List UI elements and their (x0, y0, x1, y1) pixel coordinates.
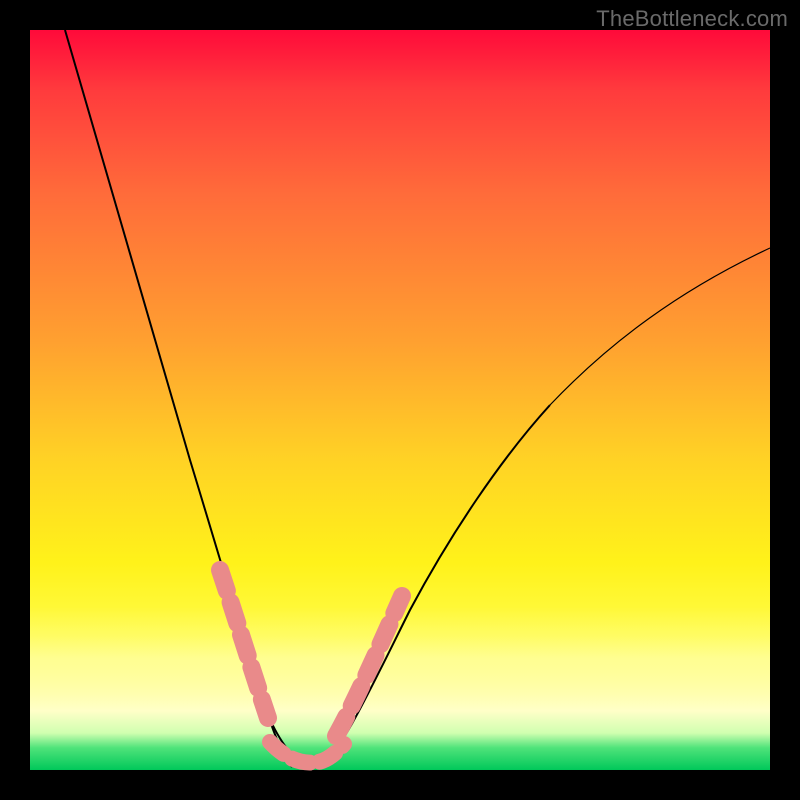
curve-right-high (550, 248, 770, 405)
cluster-left (220, 570, 268, 718)
watermark-text: TheBottleneck.com (596, 6, 788, 32)
chart-svg (30, 30, 770, 770)
cluster-valley (270, 742, 344, 763)
curve-left (65, 30, 292, 767)
cluster-right (336, 596, 402, 736)
